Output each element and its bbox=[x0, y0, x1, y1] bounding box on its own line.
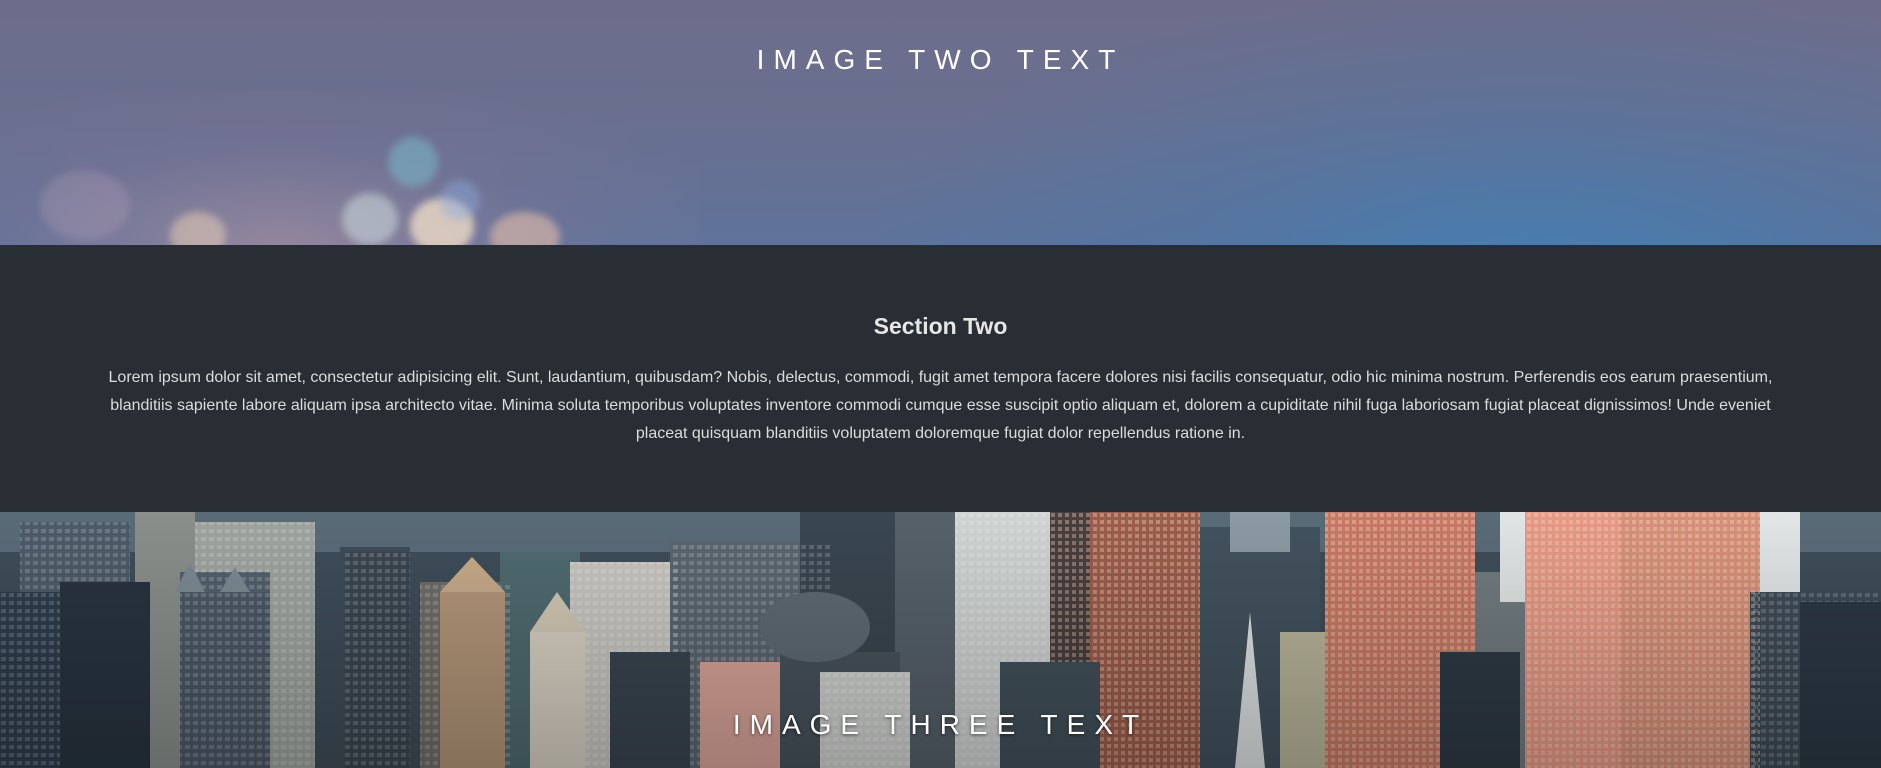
bokeh-light bbox=[342, 193, 398, 245]
background-glow bbox=[881, 0, 1881, 245]
parallax-three-text: IMAGE THREE TEXT bbox=[732, 709, 1149, 740]
bokeh-light bbox=[40, 170, 130, 240]
parallax-two-text: IMAGE TWO TEXT bbox=[756, 44, 1125, 75]
section-two-heading: Section Two bbox=[873, 313, 1008, 339]
bokeh-light bbox=[388, 137, 438, 187]
parallax-image-two: IMAGE TWO TEXT bbox=[0, 0, 1881, 245]
bokeh-light bbox=[440, 180, 480, 220]
section-two-body: Lorem ipsum dolor sit amet, consectetur … bbox=[108, 369, 1773, 442]
page: IMAGE TWO TEXT Section Two Lorem ipsum d… bbox=[0, 0, 1881, 768]
parallax-image-three: IMAGE THREE TEXT bbox=[0, 512, 1881, 768]
section-two: Section Two Lorem ipsum dolor sit amet, … bbox=[0, 245, 1881, 512]
